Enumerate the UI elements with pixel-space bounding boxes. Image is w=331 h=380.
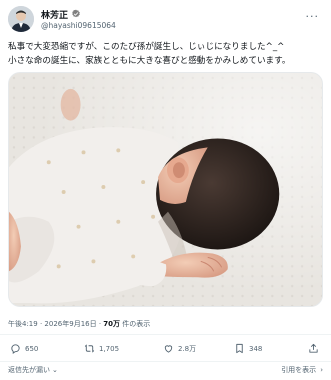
views-label: 件の表示 (122, 320, 151, 328)
more-options-icon[interactable]: ··· (306, 10, 320, 23)
like-button[interactable]: 2.8万 (163, 343, 196, 354)
author-name[interactable]: 林芳正 (41, 8, 68, 21)
share-icon (309, 343, 318, 353)
reply-icon (11, 344, 20, 354)
like-count: 2.8万 (178, 344, 197, 353)
avatar[interactable] (8, 6, 34, 32)
divider (0, 361, 331, 362)
verified-badge-icon (72, 9, 80, 18)
bookmark-count: 348 (249, 344, 263, 353)
tweet-photo[interactable] (8, 72, 323, 307)
tweet-header: 林芳正 @hayashi09615064 ··· (8, 6, 323, 36)
retweet-icon (84, 344, 95, 353)
reply-button[interactable]: 650 (10, 343, 38, 354)
tweet-meta: 午後4:19 · 2026年9月16日 · 70万 件の表示 (8, 319, 150, 329)
view-quotes-link[interactable]: 引用を表示 › (281, 365, 323, 375)
tweet-text-line: 小さな命の誕生に、家族とともに大きな喜びと感動をかみしめています。 (8, 56, 291, 66)
view-quotes-label: 引用を表示 (281, 366, 317, 374)
tweet-text: 私事で大変恐縮ですが、このたび孫が誕生し、じぃじになりました^_^ 小さな命の誕… (8, 40, 326, 68)
author-handle[interactable]: @hayashi09615064 (41, 21, 116, 30)
retweet-count: 1,705 (99, 344, 120, 353)
tweet-footer: 返信先が漏い ⌄ 引用を表示 › (8, 365, 323, 377)
tweet-time[interactable]: 午後4:19 (8, 320, 38, 328)
action-bar: 650 1,705 2.8万 348 (8, 343, 323, 357)
views-count: 70万 (103, 320, 121, 328)
tweet-date[interactable]: 2026年9月16日 (44, 320, 96, 328)
reply-count: 650 (25, 344, 39, 353)
author-row: 林芳正 (41, 7, 81, 21)
chevron-right-icon: › (320, 366, 323, 374)
bookmark-icon (236, 343, 243, 354)
reply-setting-dropdown[interactable]: 返信先が漏い ⌄ (8, 365, 58, 375)
share-button[interactable] (308, 343, 319, 354)
chevron-down-icon: ⌄ (52, 366, 58, 374)
divider (0, 334, 331, 335)
reply-setting-label: 返信先が漏い (8, 366, 50, 374)
heart-icon (164, 345, 173, 353)
bookmark-button[interactable]: 348 (234, 343, 262, 354)
retweet-button[interactable]: 1,705 (84, 343, 119, 354)
tweet-text-line: 私事で大変恐縮ですが、このたび孫が誕生し、じぃじになりました^_^ (8, 42, 285, 52)
